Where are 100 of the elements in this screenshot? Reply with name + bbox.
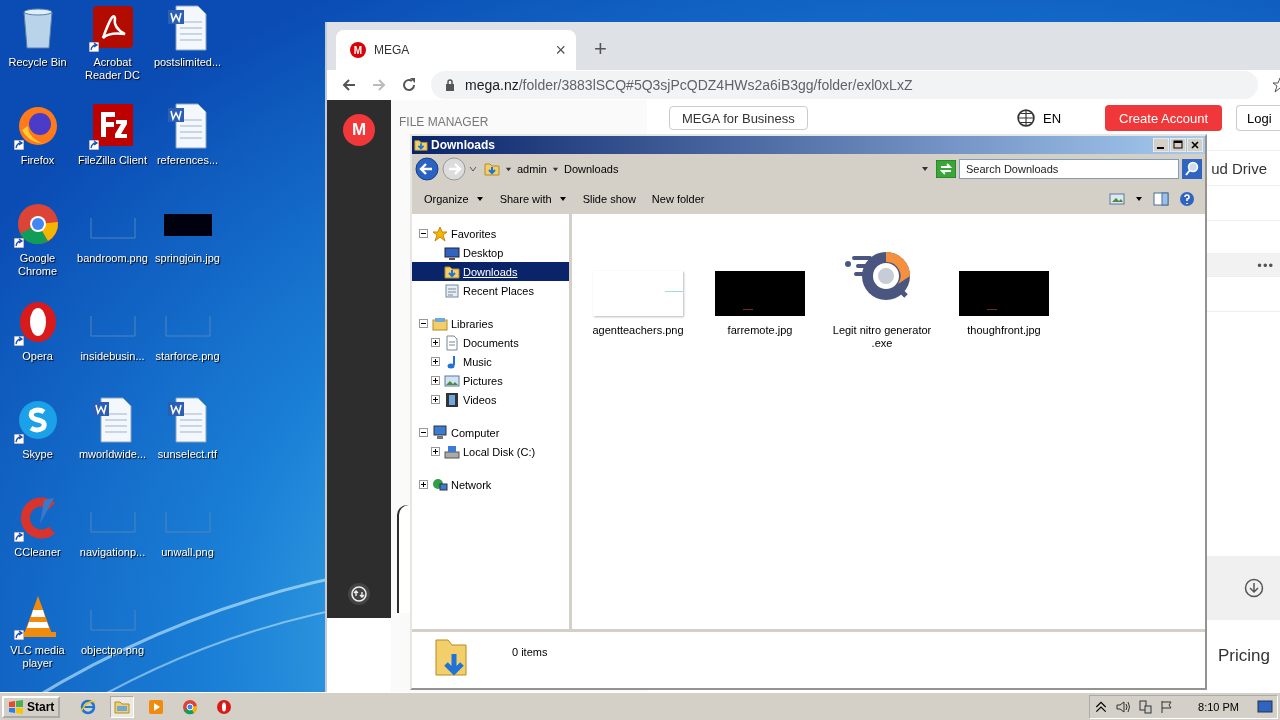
desktop-icon-label: insidebusin... bbox=[80, 350, 145, 363]
network-icon[interactable] bbox=[1138, 699, 1153, 714]
show-desktop-icon[interactable] bbox=[1257, 699, 1273, 714]
logo[interactable]: M bbox=[343, 114, 375, 146]
tree-item[interactable]: Documents bbox=[463, 336, 519, 349]
toolbar-button[interactable]: Slide show bbox=[576, 188, 642, 210]
desktop-icon-label: bandroom.png bbox=[77, 252, 148, 265]
tree-item[interactable]: Local Disk (C:) bbox=[463, 445, 536, 458]
tree-item[interactable]: Computer bbox=[451, 426, 500, 439]
login-button[interactable]: Logi bbox=[1236, 105, 1280, 131]
close-button[interactable] bbox=[1187, 138, 1203, 152]
collapse-icon[interactable] bbox=[419, 228, 429, 239]
caret-icon[interactable] bbox=[505, 165, 512, 173]
desktop-icon-label: Firefox bbox=[20, 154, 55, 167]
file-name[interactable]: agentteachers.png bbox=[592, 324, 684, 337]
expand-icon[interactable] bbox=[431, 394, 441, 405]
caret-icon[interactable] bbox=[475, 195, 484, 203]
create-account-button[interactable]: Create Account bbox=[1105, 105, 1222, 131]
address-bar[interactable]: mega.nz/folder/3883lSCQ#5Q3sjPcQDZ4HWs2a6iB3gg/folder/exl0xLxZ bbox=[431, 71, 1258, 99]
business-button[interactable]: MEGA for Business bbox=[669, 106, 808, 130]
desktop-icon-label: Opera bbox=[22, 350, 53, 363]
recent-pages-caret-icon[interactable] bbox=[469, 165, 477, 173]
maximize-button[interactable] bbox=[1170, 138, 1186, 152]
close-tab-button[interactable]: × bbox=[555, 39, 566, 61]
library-icon bbox=[432, 315, 448, 332]
back-button[interactable] bbox=[415, 157, 439, 181]
reload-icon[interactable] bbox=[401, 77, 417, 93]
refresh-button[interactable] bbox=[936, 160, 956, 178]
globe-icon[interactable] bbox=[1017, 109, 1036, 127]
tree-item[interactable]: Videos bbox=[463, 393, 497, 406]
expand-icon[interactable] bbox=[431, 375, 441, 386]
documents-icon bbox=[444, 334, 460, 351]
disk-icon bbox=[444, 443, 460, 460]
tree-item[interactable]: Desktop bbox=[463, 246, 504, 259]
computer-icon bbox=[432, 424, 448, 441]
lock-icon bbox=[445, 79, 455, 91]
shortcut-arrow-icon bbox=[14, 140, 24, 150]
more-options-button[interactable]: ••• bbox=[1257, 257, 1274, 273]
preview-pane-icon[interactable] bbox=[1153, 191, 1169, 207]
view-options-icon[interactable] bbox=[1109, 191, 1125, 207]
tree-item[interactable]: Network bbox=[451, 478, 492, 491]
recent-icon bbox=[444, 282, 460, 299]
flag-icon[interactable] bbox=[1160, 699, 1175, 714]
tree-item[interactable]: Recent Places bbox=[463, 284, 534, 297]
show-hidden-icons-icon[interactable] bbox=[1094, 699, 1109, 714]
desktop-icon-label: objectpo.png bbox=[81, 644, 144, 657]
tree-item[interactable]: Pictures bbox=[463, 374, 503, 387]
pricing-link[interactable]: Pricing bbox=[1218, 646, 1270, 666]
toolbar-button[interactable]: Organize bbox=[418, 188, 490, 210]
desktop-icon-label: navigationp... bbox=[79, 546, 146, 559]
expand-icon[interactable] bbox=[431, 446, 441, 457]
file-name[interactable]: Legit nitro generator .exe bbox=[832, 324, 932, 350]
back-icon[interactable] bbox=[341, 77, 357, 93]
expand-icon[interactable] bbox=[431, 337, 441, 348]
download-icon[interactable] bbox=[1244, 578, 1264, 598]
caret-icon[interactable] bbox=[921, 165, 929, 173]
desktop-icon-label: Skype bbox=[22, 448, 53, 461]
tree-item[interactable]: Favorites bbox=[451, 227, 497, 240]
toolbar-button[interactable]: New folder bbox=[645, 188, 711, 210]
folder-icon bbox=[484, 161, 500, 177]
shortcut-arrow-icon bbox=[14, 532, 24, 542]
clock[interactable]: 8:10 PM bbox=[1198, 700, 1239, 713]
network-icon bbox=[432, 476, 448, 493]
dark-image-thumbnail[interactable] bbox=[959, 271, 1049, 316]
caret-icon[interactable] bbox=[1135, 195, 1143, 203]
breadcrumb-item[interactable]: admin bbox=[517, 163, 547, 175]
pictures-icon bbox=[444, 372, 460, 389]
search-field[interactable]: Search Downloads bbox=[959, 159, 1179, 179]
desktop-icon-label: VLC media player bbox=[9, 644, 66, 670]
file-name[interactable]: thoughfront.jpg bbox=[967, 324, 1041, 337]
caret-icon[interactable] bbox=[558, 195, 567, 203]
collapse-icon[interactable] bbox=[419, 427, 429, 438]
language-label[interactable]: EN bbox=[1043, 110, 1062, 126]
expand-icon[interactable] bbox=[431, 356, 441, 367]
desktop-icon-label: Recycle Bin bbox=[8, 56, 67, 69]
file-name[interactable]: farremote.jpg bbox=[727, 324, 793, 337]
tree-item[interactable]: Libraries bbox=[451, 317, 494, 330]
desktop-icon-label: postslimited... bbox=[153, 56, 222, 69]
tree-item[interactable]: Music bbox=[463, 355, 492, 368]
browser-tab[interactable]: M MEGA × bbox=[336, 30, 576, 70]
breadcrumb-item[interactable]: Downloads bbox=[563, 163, 619, 175]
page-heading: ud Drive bbox=[1211, 159, 1267, 177]
blank-image-thumbnail[interactable] bbox=[593, 271, 683, 316]
desktop-icon-label: sunselect.rtf bbox=[157, 448, 218, 461]
new-tab-button[interactable]: + bbox=[594, 36, 607, 62]
desktop-icon bbox=[444, 244, 460, 261]
expand-icon[interactable] bbox=[419, 479, 429, 490]
start-button[interactable]: Start bbox=[2, 695, 61, 718]
collapse-icon[interactable] bbox=[419, 318, 429, 329]
toolbar-button[interactable]: Share with bbox=[493, 188, 573, 210]
minimize-button[interactable] bbox=[1153, 138, 1169, 152]
downloads-icon bbox=[444, 263, 460, 280]
shortcut-arrow-icon bbox=[89, 42, 99, 52]
sync-icon[interactable] bbox=[347, 582, 371, 606]
help-icon[interactable] bbox=[1179, 191, 1195, 207]
desktop-icon-label: FileZilla Client bbox=[77, 154, 148, 167]
search-button[interactable] bbox=[1182, 159, 1202, 179]
dark-image-thumbnail[interactable] bbox=[715, 271, 805, 316]
caret-icon[interactable] bbox=[551, 165, 559, 173]
speaker-icon[interactable] bbox=[1116, 699, 1131, 714]
